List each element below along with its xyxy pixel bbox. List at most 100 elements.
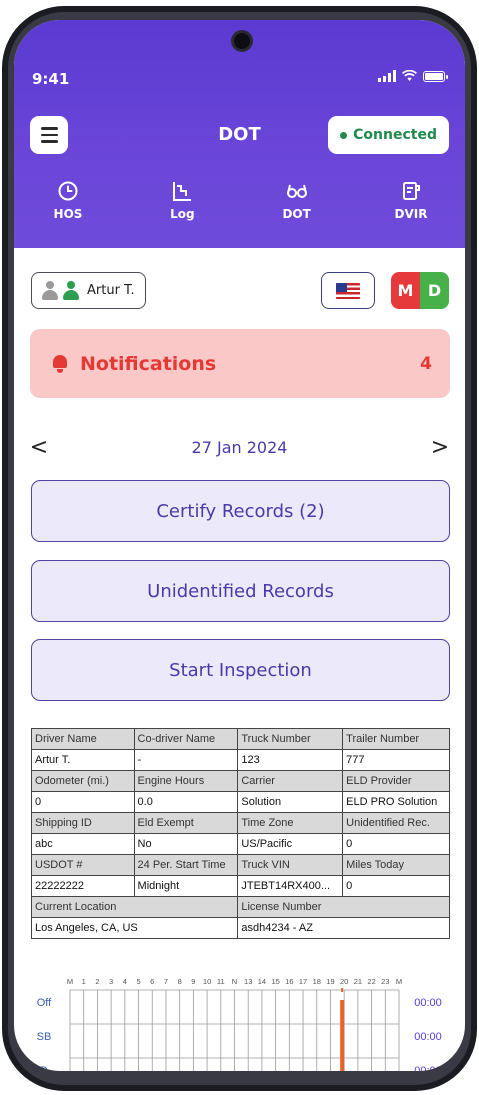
table-header-cell: Eld Exempt: [133, 812, 239, 834]
driver-selector[interactable]: Artur T.: [31, 272, 146, 309]
current-date[interactable]: 27 Jan 2024: [192, 438, 288, 457]
glasses-icon: [286, 184, 307, 198]
table-header-cell: USDOT #: [31, 854, 135, 876]
table-header-cell: 24 Per. Start Time: [133, 854, 239, 876]
table-cell: JTEBT14RX400...: [237, 875, 344, 897]
notifications-banner[interactable]: Notifications 4: [30, 329, 450, 398]
table-cell: 777: [342, 749, 450, 771]
hour-tick-label: 16: [285, 977, 293, 986]
table-header-cell: Shipping ID: [31, 812, 135, 834]
table-cell: Midnight: [133, 875, 239, 897]
tab-dot-label: DOT: [282, 207, 311, 221]
table-cell: 123: [237, 749, 344, 771]
table-cell: Artur T.: [31, 749, 135, 771]
battery-icon: [423, 70, 448, 82]
prev-day-button[interactable]: <: [28, 435, 50, 460]
table-header-cell: Odometer (mi.): [31, 770, 135, 792]
certify-records-button[interactable]: Certify Records (2): [31, 480, 450, 542]
driver-info-table: Driver Name Co-driver Name Truck Number …: [30, 728, 450, 939]
table-row: Los Angeles, CA, US asdh4234 - AZ: [30, 917, 450, 939]
hour-tick-label: 21: [354, 977, 362, 986]
tab-hos[interactable]: HOS: [38, 180, 98, 221]
table-cell: Solution: [237, 791, 344, 813]
hour-tick-label: 15: [271, 977, 279, 986]
table-cell: abc: [31, 833, 135, 855]
status-time: 9:41: [32, 70, 70, 88]
table-row: Driver Name Co-driver Name Truck Number …: [31, 728, 450, 750]
table-cell: 0: [31, 791, 135, 813]
tab-dvir-label: DVIR: [394, 207, 428, 221]
table-header-cell: Engine Hours: [133, 770, 239, 792]
table-header-cell: Current Location: [30, 896, 239, 918]
clipboard-icon: [402, 182, 420, 200]
table-cell: US/Pacific: [237, 833, 344, 855]
log-chart-icon: [173, 182, 192, 201]
front-camera: [231, 30, 253, 52]
status-row-label: SB: [37, 1031, 52, 1043]
table-header-cell: Truck Number: [237, 728, 344, 750]
app-screen: 9:41 DOT Connected HOS Log DOT DVIR Artu…: [14, 20, 465, 1071]
status-row-label: Off: [37, 997, 52, 1009]
table-header-cell: Miles Today: [342, 854, 450, 876]
driver-name: Artur T.: [87, 283, 135, 298]
table-cell: asdh4234 - AZ: [237, 917, 450, 939]
hour-tick-label: 19: [326, 977, 334, 986]
table-header-cell: ELD Provider: [342, 770, 450, 792]
hour-tick-label: 7: [164, 977, 168, 986]
phone-device: 9:41 DOT Connected HOS Log DOT DVIR Artu…: [0, 0, 479, 1095]
hour-tick-label: 3: [109, 977, 113, 986]
table-row: Artur T. - 123 777: [31, 749, 450, 771]
table-row: USDOT # 24 Per. Start Time Truck VIN Mil…: [31, 854, 450, 876]
table-row: Odometer (mi.) Engine Hours Carrier ELD …: [31, 770, 450, 792]
log-graph-svg: M 1 2 3 4 5 6 7 8 9 10 11 N 13 14 15 16 17 18 19 20 21 22 23 MOf…: [37, 977, 442, 1071]
table-row: Shipping ID Eld Exempt Time Zone Unident…: [31, 812, 450, 834]
hour-tick-label: 14: [258, 977, 266, 986]
date-navigator: < 27 Jan 2024 >: [14, 434, 465, 460]
start-inspection-button[interactable]: Start Inspection: [31, 639, 450, 701]
table-header-cell: Time Zone: [237, 812, 344, 834]
table-cell: No: [133, 833, 239, 855]
notifications-label: Notifications: [80, 352, 217, 375]
hour-tick-label: M: [396, 977, 402, 986]
current-time-tick: [341, 988, 344, 992]
status-row-total: 00:00: [414, 997, 442, 1009]
mode-d: D: [420, 272, 449, 309]
table-row: Current Location License Number: [30, 896, 450, 918]
wifi-icon: [402, 70, 417, 81]
tab-dvir[interactable]: DVIR: [381, 180, 441, 221]
next-day-button[interactable]: >: [429, 435, 451, 460]
tab-dot[interactable]: DOT: [267, 180, 327, 221]
unidentified-records-button[interactable]: Unidentified Records: [31, 560, 450, 622]
hos-log-graph[interactable]: M 1 2 3 4 5 6 7 8 9 10 11 N 13 14 15 16 17 18 19 20 21 22 23 M Of…: [14, 972, 465, 1071]
tab-log-label: Log: [170, 207, 195, 221]
table-cell: 22222222: [31, 875, 135, 897]
table-header-cell: Trailer Number: [342, 728, 450, 750]
hour-tick-label: 11: [217, 977, 225, 986]
tab-log[interactable]: Log: [152, 180, 212, 221]
table-row: abc No US/Pacific 0: [31, 833, 450, 855]
status-row-label: D: [40, 1065, 48, 1071]
mode-m: M: [391, 272, 420, 309]
table-header-cell: Truck VIN: [237, 854, 344, 876]
mode-badge[interactable]: M D: [391, 272, 449, 309]
main-tabs: HOS Log DOT DVIR: [14, 180, 465, 221]
hour-tick-label: M: [67, 977, 73, 986]
table-cell: 0: [342, 875, 450, 897]
connection-status-button[interactable]: Connected: [328, 116, 449, 154]
notifications-count: 4: [420, 353, 432, 374]
table-cell: Los Angeles, CA, US: [30, 917, 239, 939]
hour-tick-label: 17: [299, 977, 307, 986]
table-header-cell: License Number: [237, 896, 450, 918]
language-button[interactable]: [321, 272, 375, 309]
table-cell: 0: [342, 833, 450, 855]
co-driver-icon: [42, 280, 58, 301]
us-flag-icon: [336, 282, 360, 299]
hour-tick-label: 10: [203, 977, 211, 986]
hour-tick-label: 23: [381, 977, 389, 986]
table-header-cell: Co-driver Name: [133, 728, 239, 750]
table-header-cell: Driver Name: [31, 728, 135, 750]
table-cell: ELD PRO Solution: [342, 791, 450, 813]
hour-tick-label: 1: [82, 977, 86, 986]
bell-icon: [52, 354, 68, 373]
table-header-cell: Unidentified Rec.: [342, 812, 450, 834]
